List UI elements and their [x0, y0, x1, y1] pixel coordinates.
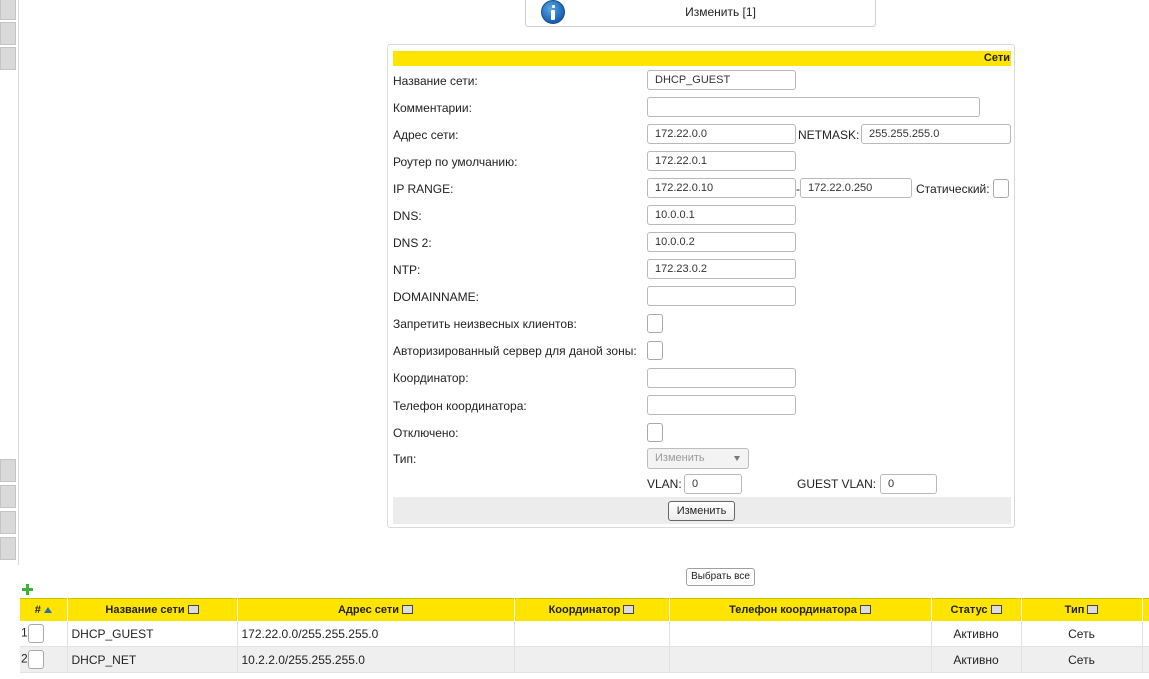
col-num-header[interactable]: #	[20, 598, 68, 621]
comments-input[interactable]	[647, 97, 980, 117]
coordinator-label: Координатор:	[393, 371, 469, 385]
authoritative-label: Авторизированный сервер для даной зоны:	[393, 344, 637, 358]
row-num-cell: 2	[20, 646, 68, 673]
submit-button[interactable]: Изменить	[668, 501, 735, 521]
sort-icon	[187, 605, 199, 614]
static-label: Статический:	[916, 182, 990, 196]
ntp-input[interactable]: 172.23.0.2	[647, 259, 796, 279]
sidebar-tab-6[interactable]	[0, 511, 16, 534]
default-router-label: Роутер по умолчанию:	[393, 155, 518, 169]
network-name-label: Название сети:	[393, 74, 478, 88]
network-address-label: Адрес сети:	[393, 128, 459, 142]
dns-input[interactable]: 10.0.0.1	[647, 205, 796, 225]
deny-unknown-checkbox[interactable]	[647, 314, 663, 333]
sort-icon	[859, 605, 871, 614]
panel-header: Сети	[393, 51, 1011, 66]
row-checkbox[interactable]	[27, 624, 44, 643]
col-extra-header	[1142, 598, 1149, 621]
col-address-header[interactable]: Адрес сети	[237, 598, 515, 621]
network-address-input[interactable]: 172.22.0.0	[647, 124, 796, 144]
sort-icon	[623, 605, 635, 614]
vlan-label: VLAN:	[647, 477, 682, 491]
coordinator-input[interactable]	[647, 368, 796, 388]
row-extra-cell	[1142, 646, 1149, 673]
ip-range-from-input[interactable]: 172.22.0.10	[647, 178, 796, 198]
table-row[interactable]: 1 DHCP_GUEST 172.22.0.0/255.255.255.0 Ак…	[20, 621, 1149, 647]
static-checkbox[interactable]	[993, 179, 1009, 198]
ntp-label: NTP:	[393, 263, 421, 277]
dns2-label: DNS 2:	[393, 236, 432, 250]
chevron-down-icon	[734, 456, 740, 461]
info-bar: Изменить [1]	[525, 0, 876, 27]
add-icon[interactable]	[22, 584, 33, 595]
row-coordinator-cell	[514, 646, 670, 673]
row-num-cell: 1	[20, 621, 68, 647]
col-coordinator-header[interactable]: Координатор	[514, 598, 670, 621]
type-select[interactable]: Изменить	[647, 448, 749, 469]
vlan-input[interactable]: 0	[684, 474, 742, 494]
network-name-input[interactable]: DHCP_GUEST	[647, 70, 796, 90]
col-name-header[interactable]: Название сети	[67, 598, 238, 621]
col-type-header[interactable]: Тип	[1021, 598, 1143, 621]
col-status-header[interactable]: Статус	[931, 598, 1022, 621]
panel-footer: Изменить	[393, 497, 1011, 524]
sort-asc-icon	[43, 607, 52, 613]
coordinator-phone-input[interactable]	[647, 395, 796, 415]
domainname-input[interactable]	[647, 286, 796, 306]
row-checkbox[interactable]	[27, 650, 44, 669]
ip-range-label: IP RANGE:	[393, 182, 454, 196]
table-header-row: # Название сети Адрес сети Координатор Т…	[20, 598, 1149, 621]
coordinator-phone-label: Телефон координатора:	[393, 399, 527, 413]
sidebar-tab-2[interactable]	[0, 22, 16, 45]
guest-vlan-label: GUEST VLAN:	[797, 477, 877, 491]
row-name-cell: DHCP_GUEST	[67, 621, 238, 647]
row-address-cell: 10.2.2.0/255.255.255.0	[237, 646, 515, 673]
col-phone-header[interactable]: Телефон координатора	[669, 598, 932, 621]
select-all-button[interactable]: Выбрать все	[686, 568, 755, 586]
row-name-cell: DHCP_NET	[67, 646, 238, 673]
comments-label: Комментарии:	[393, 101, 472, 115]
sort-icon	[1087, 605, 1099, 614]
sidebar-tab-4[interactable]	[0, 459, 16, 482]
ip-range-to-input[interactable]: 172.22.0.250	[800, 178, 912, 198]
row-type-cell: Сеть	[1021, 646, 1143, 673]
row-coordinator-cell	[514, 621, 670, 647]
dns-label: DNS:	[393, 209, 422, 223]
row-address-cell: 172.22.0.0/255.255.255.0	[237, 621, 515, 647]
row-phone-cell	[669, 646, 932, 673]
sidebar-tab-3[interactable]	[0, 47, 16, 70]
disabled-label: Отключено:	[393, 426, 459, 440]
panel-header-title: Сети	[983, 52, 1010, 64]
type-label: Тип:	[393, 452, 417, 466]
row-phone-cell	[669, 621, 932, 647]
default-router-input[interactable]: 172.22.0.1	[647, 151, 796, 171]
row-extra-cell	[1142, 621, 1149, 647]
netmask-input[interactable]: 255.255.255.0	[861, 124, 1011, 144]
row-status-cell: Активно	[931, 621, 1022, 647]
guest-vlan-input[interactable]: 0	[880, 474, 937, 494]
disabled-checkbox[interactable]	[647, 423, 663, 442]
sort-icon	[990, 605, 1002, 614]
sidebar-tab-7[interactable]	[0, 537, 16, 560]
table-row[interactable]: 2 DHCP_NET 10.2.2.0/255.255.255.0 Активн…	[20, 646, 1149, 673]
sidebar-tab-1[interactable]	[0, 0, 16, 20]
deny-unknown-label: Запретить неизвесных клиентов:	[393, 317, 577, 331]
authoritative-checkbox[interactable]	[647, 341, 663, 360]
domainname-label: DOMAINNAME:	[393, 290, 480, 304]
netmask-label: NETMASK:	[798, 128, 860, 142]
left-sidebar	[0, 0, 19, 565]
dns2-input[interactable]: 10.0.0.2	[647, 232, 796, 252]
row-status-cell: Активно	[931, 646, 1022, 673]
networks-table: # Название сети Адрес сети Координатор Т…	[20, 598, 1149, 673]
info-title: Изменить [1]	[685, 5, 756, 19]
sort-icon	[402, 605, 414, 614]
network-edit-panel: Сети Название сети: DHCP_GUEST Комментар…	[387, 44, 1015, 528]
type-select-value: Изменить	[655, 452, 705, 464]
sidebar-tab-5[interactable]	[0, 485, 16, 508]
row-type-cell: Сеть	[1021, 621, 1143, 647]
